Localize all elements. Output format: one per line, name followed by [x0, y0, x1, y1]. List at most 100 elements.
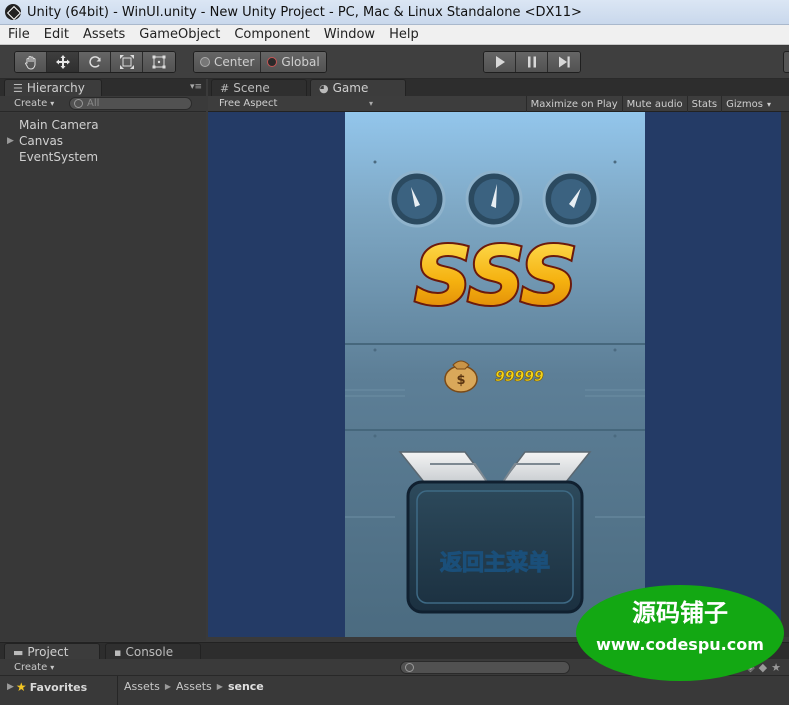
favorites-label: Favorites [29, 680, 88, 694]
hierarchy-toolbar: Create ▾ All [0, 96, 206, 112]
gauge-icon [388, 170, 446, 228]
step-button[interactable] [548, 52, 580, 72]
transform-tools [14, 51, 176, 73]
hierarchy-item[interactable]: ▶ Canvas [0, 133, 63, 149]
watermark-line2: www.codespu.com [596, 635, 764, 654]
pivot-toggles: Center Global [193, 51, 327, 73]
pause-button[interactable] [516, 52, 548, 72]
game-options: Maximize on Play Mute audio Stats Gizmos… [525, 96, 775, 112]
menu-file[interactable]: File [0, 27, 36, 42]
gizmos-label: Gizmos [726, 98, 763, 110]
menu-edit[interactable]: Edit [36, 27, 75, 42]
game-view-edge [781, 112, 789, 637]
main-toolbar: Center Global [0, 46, 789, 79]
hand-icon [24, 56, 35, 70]
gizmos-dropdown[interactable]: Gizmos ▾ [721, 96, 775, 112]
hierarchy-tabbar: ☰ Hierarchy ▾≡ [0, 79, 206, 96]
play-icon [495, 56, 505, 68]
tab-project-label: Project [27, 645, 69, 659]
tab-game-label: Game [332, 81, 369, 95]
maximize-on-play-toggle[interactable]: Maximize on Play [525, 96, 622, 112]
rotate-tool-button[interactable] [79, 52, 111, 72]
space-label: Global [281, 55, 320, 69]
rotate-icon [88, 56, 101, 68]
caret-down-icon: ▾ [50, 99, 55, 108]
search-placeholder: All [87, 98, 100, 109]
tab-project[interactable]: ▬ Project [4, 643, 100, 660]
move-tool-button[interactable] [47, 52, 79, 72]
scale-icon [119, 55, 134, 69]
play-controls [483, 51, 581, 73]
chevron-right-icon: ▶ [216, 681, 223, 691]
breadcrumb-item[interactable]: sence [228, 680, 264, 693]
menu-bar: File Edit Assets GameObject Component Wi… [0, 25, 789, 45]
menu-gameobject[interactable]: GameObject [131, 27, 226, 42]
favorites-folder[interactable]: ▶ ★ Favorites [7, 679, 87, 695]
folder-icon: ▬ [13, 645, 24, 659]
watermark: 源码铺子 www.codespu.com [576, 585, 784, 681]
rect-icon [152, 55, 166, 69]
console-icon: ▪ [114, 645, 122, 659]
aspect-label: Free Aspect [219, 98, 278, 109]
hand-tool-button[interactable] [15, 52, 47, 72]
tab-console-label: Console [125, 645, 174, 659]
breadcrumb: Assets ▶ Assets ▶ sence [124, 679, 264, 693]
hierarchy-item[interactable]: Main Camera [0, 117, 99, 133]
project-create-button[interactable]: Create ▾ [0, 662, 58, 673]
game-view[interactable]: SSS $ 99999 返回主菜单 [208, 112, 781, 637]
title-bar: Unity (64bit) - WinUI.unity - New Unity … [0, 0, 789, 25]
menu-help[interactable]: Help [381, 27, 425, 42]
game-screen-art: SSS $ 99999 返回主菜单 [345, 112, 645, 637]
project-divider[interactable] [117, 676, 118, 705]
grid-icon: # [220, 81, 230, 95]
list-icon: ☰ [13, 81, 23, 95]
pivot-icon [200, 57, 210, 67]
search-icon [405, 662, 414, 672]
chevron-right-icon: ▶ [164, 681, 171, 691]
hierarchy-search-input[interactable]: All [69, 97, 192, 110]
tab-console[interactable]: ▪ Console [105, 643, 201, 660]
tab-scene[interactable]: # Scene [211, 79, 307, 96]
create-label: Create [14, 98, 48, 109]
menu-assets[interactable]: Assets [75, 27, 131, 42]
return-main-menu-label: 返回主菜单 [440, 551, 550, 576]
hierarchy-item-label: EventSystem [19, 150, 99, 164]
hierarchy-item[interactable]: EventSystem [0, 149, 98, 165]
aspect-dropdown[interactable]: Free Aspect ▾ [208, 98, 373, 109]
hierarchy-create-button[interactable]: Create ▾ [0, 98, 58, 109]
breadcrumb-item[interactable]: Assets [124, 680, 160, 693]
tab-hierarchy[interactable]: ☰ Hierarchy [4, 79, 102, 96]
panel-menu-icon[interactable]: ▾≡ [190, 83, 202, 92]
layers-dropdown-edge[interactable] [783, 51, 789, 73]
scene-game-tabbar: # Scene ◕ Game [208, 79, 789, 96]
project-search-input[interactable] [400, 660, 570, 674]
tab-game[interactable]: ◕ Game [310, 79, 406, 96]
caret-down-icon: ▾ [766, 99, 771, 109]
scale-tool-button[interactable] [111, 52, 143, 72]
step-icon [559, 56, 570, 68]
expand-arrow-icon[interactable]: ▶ [7, 682, 14, 692]
move-icon [55, 55, 70, 69]
play-button[interactable] [484, 52, 516, 72]
menu-window[interactable]: Window [316, 27, 381, 42]
breadcrumb-item[interactable]: Assets [176, 680, 212, 693]
search-icon [74, 99, 83, 108]
expand-arrow-icon[interactable]: ▶ [7, 136, 15, 146]
pivot-label: Center [214, 55, 255, 69]
mute-audio-toggle[interactable]: Mute audio [621, 96, 687, 112]
menu-component[interactable]: Component [226, 27, 315, 42]
star-icon: ★ [15, 680, 27, 694]
return-main-menu-button[interactable]: 返回主菜单 [406, 480, 584, 614]
window-title: Unity (64bit) - WinUI.unity - New Unity … [27, 4, 582, 20]
tab-scene-label: Scene [233, 81, 270, 95]
coin-count: 99999 [495, 369, 544, 385]
stats-toggle[interactable]: Stats [686, 96, 722, 112]
gauge-icon [465, 170, 523, 228]
caret-down-icon: ▾ [368, 99, 373, 108]
hierarchy-item-label: Main Camera [19, 118, 99, 132]
space-global-button[interactable]: Global [261, 52, 326, 72]
rect-tool-button[interactable] [143, 52, 175, 72]
create-label: Create [14, 661, 48, 673]
pivot-center-button[interactable]: Center [194, 52, 262, 72]
tab-hierarchy-label: Hierarchy [26, 81, 85, 95]
